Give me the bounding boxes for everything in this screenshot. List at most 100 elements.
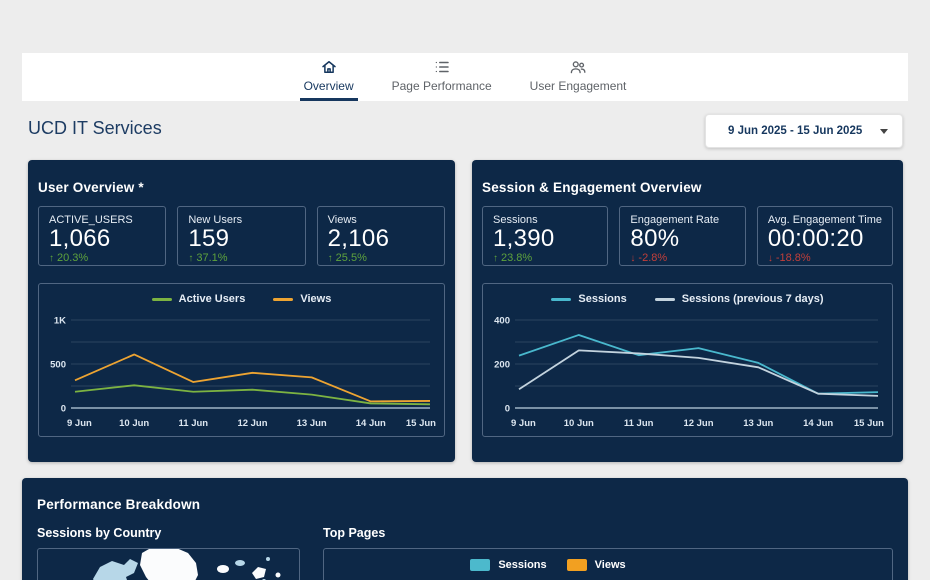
legend-label: Sessions (previous 7 days) [682, 293, 824, 305]
delta-arrow-icon [630, 253, 635, 264]
legend-swatch [567, 559, 587, 571]
delta-arrow-icon [493, 253, 498, 264]
y-axis-tick: 1K [54, 316, 66, 327]
metric-delta: 37.1% [188, 252, 294, 264]
delta-value: 37.1% [196, 252, 227, 264]
delta-value: 25.5% [336, 252, 367, 264]
x-axis-label: 14 Jun [356, 418, 386, 429]
tab-label: Page Performance [392, 79, 492, 93]
sessions-by-country-section: Sessions by Country [37, 526, 300, 580]
legend-swatch [470, 559, 490, 571]
top-pages-chart: Sessions Views [323, 548, 893, 580]
x-axis-label: 11 Jun [179, 418, 209, 429]
card-title: User Overview * [38, 180, 445, 195]
y-axis-tick: 0 [61, 404, 66, 415]
delta-value: 23.8% [501, 252, 532, 264]
x-axis-label: 13 Jun [297, 418, 327, 429]
legend-swatch [551, 298, 571, 301]
top-tab-bar: Overview Page Performance [22, 53, 908, 101]
metric-delta: 23.8% [493, 252, 597, 264]
series-line-views [75, 354, 430, 401]
card-title: Performance Breakdown [37, 497, 893, 512]
legend-item: Sessions (previous 7 days) [655, 293, 824, 305]
x-axis-label: 15 Jun [406, 418, 436, 429]
tab-overview[interactable]: Overview [300, 53, 358, 101]
user-overview-line-chart: Active Users Views 0 500 1K 9 Jun 10 Jun 11 Ju… [38, 283, 445, 437]
series-line-sessions-previous-7-days- [519, 350, 878, 396]
y-axis-tick: 0 [505, 404, 510, 415]
top-pages-legend: Sessions Views [324, 559, 892, 571]
chart-legend: Sessions Sessions (previous 7 days) [483, 293, 892, 305]
metric-value: 00:00:20 [768, 226, 882, 252]
card-title: Session & Engagement Overview [482, 180, 893, 195]
legend-item-views: Views [567, 559, 626, 571]
delta-arrow-icon [768, 253, 773, 264]
legend-item: Views [273, 293, 331, 305]
delta-value: -2.8% [638, 252, 667, 264]
x-axis-label: 10 Jun [119, 418, 149, 429]
metric-views: Views 2,106 25.5% [317, 206, 445, 266]
tab-user-engagement[interactable]: User Engagement [526, 53, 631, 101]
chart-legend: Active Users Views [39, 293, 444, 305]
delta-value: 20.3% [57, 252, 88, 264]
tab-label: User Engagement [530, 79, 627, 93]
metric-delta: 25.5% [328, 252, 434, 264]
x-axis-label: 12 Jun [237, 418, 267, 429]
world-map [38, 549, 300, 580]
x-axis-label: 15 Jun [854, 418, 884, 429]
metric-engagement-rate: Engagement Rate 80% -2.8% [619, 206, 745, 266]
list-icon [433, 58, 451, 76]
performance-columns: Sessions by Country Top Pages [37, 526, 893, 580]
metric-value: 2,106 [328, 226, 434, 252]
line-chart-canvas: 02004009 Jun10 Jun11 Jun12 Jun13 Jun14 J… [483, 284, 892, 436]
metric-row: ACTIVE_USERS 1,066 20.3% New Users 159 3… [38, 206, 445, 266]
x-axis-label: 9 Jun [67, 418, 92, 429]
delta-arrow-icon [328, 253, 333, 264]
section-label: Top Pages [323, 526, 893, 540]
metric-value: 159 [188, 226, 294, 252]
section-label: Sessions by Country [37, 526, 300, 540]
x-axis-label: 12 Jun [683, 418, 713, 429]
x-axis-label: 14 Jun [803, 418, 833, 429]
metric-value: 1,390 [493, 226, 597, 252]
performance-breakdown-card: Performance Breakdown Sessions by Countr… [22, 478, 908, 580]
legend-label: Sessions [578, 293, 626, 305]
legend-label: Active Users [179, 293, 246, 305]
metric-sessions: Sessions 1,390 23.8% [482, 206, 608, 266]
metric-value: 1,066 [49, 226, 155, 252]
x-axis-label: 11 Jun [624, 418, 654, 429]
delta-arrow-icon [49, 253, 54, 264]
metric-delta: -18.8% [768, 252, 882, 264]
x-axis-label: 13 Jun [743, 418, 773, 429]
legend-swatch [152, 298, 172, 301]
y-axis-tick: 500 [50, 360, 66, 371]
line-chart-canvas: 0 500 1K 9 Jun 10 Jun 11 Jun 12 Jun 13 Jun 14 Ju… [39, 284, 444, 436]
legend-label: Sessions [498, 559, 546, 571]
user-overview-card: User Overview * ACTIVE_USERS 1,066 20.3%… [28, 160, 455, 462]
page-title: UCD IT Services [28, 118, 162, 139]
legend-item: Active Users [152, 293, 246, 305]
session-engagement-card: Session & Engagement Overview Sessions 1… [472, 160, 903, 462]
legend-label: Views [300, 293, 331, 305]
people-icon [569, 58, 587, 76]
metric-new-users: New Users 159 37.1% [177, 206, 305, 266]
legend-swatch [273, 298, 293, 301]
legend-label: Views [595, 559, 626, 571]
delta-arrow-icon [188, 253, 193, 264]
legend-item-sessions: Sessions [470, 559, 546, 571]
date-range-picker[interactable]: 9 Jun 2025 - 15 Jun 2025 [705, 114, 903, 148]
metric-avg-engagement-time: Avg. Engagement Time 00:00:20 -18.8% [757, 206, 893, 266]
metric-value: 80% [630, 226, 734, 252]
tab-strip: Overview Page Performance [22, 53, 908, 101]
sessions-line-chart: Sessions Sessions (previous 7 days) 0 200 4… [482, 283, 893, 437]
home-icon [320, 58, 338, 76]
top-pages-section: Top Pages Sessions Views [323, 526, 893, 580]
x-axis-label: 10 Jun [564, 418, 594, 429]
y-axis-tick: 200 [494, 360, 510, 371]
metric-row: Sessions 1,390 23.8% Engagement Rate 80%… [482, 206, 893, 266]
metric-delta: 20.3% [49, 252, 155, 264]
y-axis-tick: 400 [494, 316, 510, 327]
tab-page-performance[interactable]: Page Performance [388, 53, 496, 101]
date-range-value: 9 Jun 2025 - 15 Jun 2025 [728, 125, 862, 137]
metric-delta: -2.8% [630, 252, 734, 264]
